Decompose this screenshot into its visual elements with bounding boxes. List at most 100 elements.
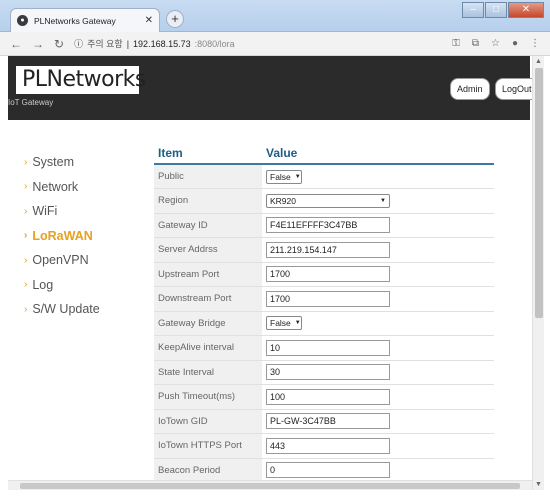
table-header-row: Item Value: [154, 142, 494, 165]
item-label: Push Timeout(ms): [154, 384, 262, 410]
horizontal-scrollbar-thumb[interactable]: [20, 483, 520, 489]
dropdown-arrow-icon: ▼: [380, 197, 386, 204]
url-separator: |: [126, 38, 130, 49]
sidebar-item-label: WiFi: [32, 204, 58, 219]
browser-tab[interactable]: ● PLNetworks Gateway ✕: [10, 8, 160, 32]
table-row: Push Timeout(ms) 100: [154, 384, 494, 410]
table-row: Upstream Port 1700: [154, 262, 494, 287]
star-icon[interactable]: ☆: [491, 38, 500, 49]
page-header: PLNetworks IoT Gateway Admin LogOut: [8, 56, 539, 120]
item-label: IoTown HTTPS Port: [154, 433, 262, 459]
scroll-up-icon[interactable]: ▲: [535, 58, 542, 65]
sidebar-item-label: Network: [32, 179, 79, 194]
table-row: State Interval 30: [154, 360, 494, 385]
item-label: Public: [154, 164, 262, 189]
keepalive-interval-input[interactable]: 10: [266, 339, 390, 356]
lora-settings-panel: Item Value Public False ▼ Region KR920 ▼ G…: [154, 142, 494, 483]
table-row: IoTown HTTPS Port 443: [154, 433, 494, 459]
server-address-input[interactable]: 211.219.154.147: [266, 241, 390, 258]
sidebar-item-sw-update[interactable]: › S/W Update: [24, 297, 100, 322]
brand-logo: PLNetworks: [16, 66, 146, 94]
table-row: Gateway Bridge False ▼: [154, 311, 494, 336]
iotown-https-port-input[interactable]: 443: [266, 437, 390, 454]
region-select[interactable]: KR920 ▼: [266, 193, 390, 208]
item-label: Server Addrss: [154, 237, 262, 263]
reload-icon[interactable]: ↻: [54, 37, 64, 51]
info-icon[interactable]: ⓘ: [74, 37, 83, 50]
select-value: False: [270, 171, 291, 182]
horizontal-scrollbar[interactable]: [8, 480, 532, 490]
browser-titlebar: ● PLNetworks Gateway ✕ + – □ ✕: [0, 0, 550, 32]
dropdown-arrow-icon: ▼: [294, 173, 301, 180]
scrollbar-thumb[interactable]: [535, 68, 543, 318]
sidebar-item-label: OpenVPN: [32, 253, 89, 268]
beacon-period-input[interactable]: 0: [266, 462, 390, 479]
gateway-id-input[interactable]: F4E11EFFFF3C47BB: [266, 217, 390, 234]
new-tab-button[interactable]: +: [166, 10, 184, 28]
iotown-gid-input[interactable]: PL-GW-3C47BB: [266, 413, 390, 430]
sidebar-item-label: System: [32, 155, 75, 170]
address-bar: ← → ↻ ⓘ 주의 요함 | 192.168.15.73:8080/lora …: [0, 32, 550, 56]
item-label: Upstream Port: [154, 262, 262, 287]
profile-icon[interactable]: ●: [512, 38, 518, 49]
table-row: Gateway ID F4E11EFFFF3C47BB: [154, 213, 494, 238]
bullet-icon: ›: [24, 205, 28, 217]
table-row: Downstream Port 1700: [154, 286, 494, 312]
menu-icon[interactable]: ⋮: [530, 38, 540, 49]
back-icon[interactable]: ←: [10, 37, 22, 51]
sidebar-item-system[interactable]: › System: [24, 150, 100, 175]
table-row: Beacon Period 0: [154, 458, 494, 483]
sidebar-item-network[interactable]: › Network: [24, 175, 100, 200]
gateway-bridge-select[interactable]: False ▼: [266, 316, 302, 331]
bullet-icon: ›: [24, 181, 28, 193]
url-host: 192.168.15.73: [133, 38, 191, 49]
brand-subtitle: IoT Gateway: [8, 98, 54, 107]
table-row: KeepAlive interval 10: [154, 335, 494, 361]
public-select[interactable]: False ▼: [266, 169, 302, 184]
table-row: Server Addrss 211.219.154.147: [154, 237, 494, 263]
state-interval-input[interactable]: 30: [266, 364, 390, 381]
sidebar-item-label: S/W Update: [32, 302, 100, 317]
bullet-icon: ›: [24, 303, 28, 315]
item-label: Gateway ID: [154, 213, 262, 238]
maximize-button[interactable]: □: [485, 2, 507, 18]
scroll-down-icon[interactable]: ▼: [535, 481, 542, 488]
sidebar-item-wifi[interactable]: › WiFi: [24, 199, 100, 224]
push-timeout-input[interactable]: 100: [266, 388, 390, 405]
sidebar-item-log[interactable]: › Log: [24, 273, 100, 298]
vertical-scrollbar[interactable]: ▲ ▼: [532, 56, 544, 490]
tab-title: PLNetworks Gateway: [34, 15, 116, 26]
item-label: Beacon Period: [154, 458, 262, 483]
sidebar-item-label: LoRaWAN: [32, 228, 93, 243]
minimize-button[interactable]: –: [462, 2, 484, 18]
select-value: False: [270, 318, 291, 329]
item-label: Region: [154, 188, 262, 214]
upstream-port-input[interactable]: 1700: [266, 266, 390, 283]
translate-icon[interactable]: ⧉: [472, 38, 479, 49]
table-row: Public False ▼: [154, 164, 494, 189]
column-header-value: Value: [262, 142, 494, 165]
table-row: Region KR920 ▼: [154, 188, 494, 214]
column-header-item: Item: [154, 142, 262, 165]
sidebar-item-openvpn[interactable]: › OpenVPN: [24, 248, 100, 273]
url-field[interactable]: ⓘ 주의 요함 | 192.168.15.73:8080/lora: [74, 35, 442, 53]
window-controls: – □ ✕: [462, 2, 544, 18]
dropdown-arrow-icon: ▼: [294, 320, 301, 327]
tab-close-icon[interactable]: ✕: [145, 15, 153, 26]
table-row: IoTown GID PL-GW-3C47BB: [154, 409, 494, 434]
window-close-button[interactable]: ✕: [508, 2, 544, 18]
key-icon[interactable]: ⚿: [452, 38, 460, 49]
lora-settings-table: Item Value Public False ▼ Region KR920 ▼ G…: [154, 142, 494, 483]
sidebar-item-label: Log: [32, 277, 54, 292]
not-secure-label: 주의 요함: [87, 39, 123, 49]
sidebar-nav: › System › Network › WiFi › LoRaWAN › Op…: [24, 150, 100, 322]
admin-button[interactable]: Admin: [450, 78, 490, 100]
item-label: Downstream Port: [154, 286, 262, 312]
downstream-port-input[interactable]: 1700: [266, 290, 390, 307]
item-label: KeepAlive interval: [154, 335, 262, 361]
forward-icon[interactable]: →: [32, 37, 44, 51]
item-label: Gateway Bridge: [154, 311, 262, 336]
sidebar-item-lorawan[interactable]: › LoRaWAN: [24, 224, 100, 249]
item-label: IoTown GID: [154, 409, 262, 434]
select-value: KR920: [270, 195, 296, 206]
